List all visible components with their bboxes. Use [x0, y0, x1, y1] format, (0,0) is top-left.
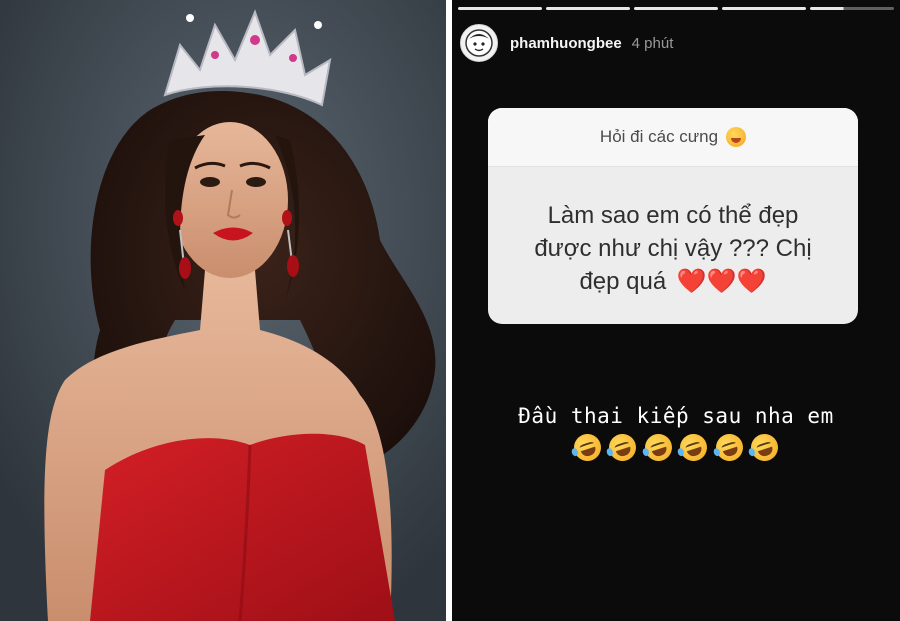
question-line-3-text: đẹp quá: [579, 268, 667, 295]
woman-in-red-dress-with-crown-icon: [0, 0, 446, 621]
story-timestamp: 4 phút: [631, 34, 674, 52]
progress-segment: [634, 7, 718, 10]
rolling-on-floor-laughing-emoji-icon: [712, 430, 747, 465]
rolling-on-floor-laughing-emoji-icon: [570, 430, 605, 465]
image-collage: phamhuongbee 4 phút Hỏi đi các cưng Làm …: [0, 0, 900, 621]
answer-emojis: [452, 430, 900, 466]
progress-segment-active: [810, 7, 894, 10]
avatar[interactable]: [460, 24, 498, 62]
rolling-on-floor-laughing-emoji-icon: [676, 430, 711, 465]
question-sticker[interactable]: Hỏi đi các cưng Làm sao em có thể đẹp đư…: [488, 108, 858, 324]
rolling-on-floor-laughing-emoji-icon: [641, 430, 676, 465]
rolling-on-floor-laughing-emoji-icon: [747, 430, 782, 465]
rolling-on-floor-laughing-emoji-icon: [605, 430, 640, 465]
story-username[interactable]: phamhuongbee: [510, 35, 622, 52]
answer-text: Đầu thai kiếp sau nha em: [518, 404, 834, 428]
question-line-2: được như chị vậy ??? Chị: [534, 235, 812, 262]
question-body: Làm sao em có thể đẹp được như chị vậy ?…: [488, 167, 858, 298]
tongue-face-emoji-icon: [726, 127, 747, 147]
portrait-photo: [0, 0, 446, 621]
red-heart-emojis-icon: ❤️❤️❤️: [676, 268, 767, 295]
question-line-1: Làm sao em có thể đẹp: [547, 202, 799, 229]
cartoon-avatar-icon: [465, 29, 493, 57]
instagram-story: phamhuongbee 4 phút Hỏi đi các cưng Làm …: [452, 0, 900, 621]
story-progress-bar: [458, 7, 894, 10]
progress-segment: [546, 7, 630, 10]
progress-segment: [722, 7, 806, 10]
question-prompt-text: Hỏi đi các cưng: [599, 127, 719, 146]
question-prompt: Hỏi đi các cưng: [488, 108, 858, 167]
story-header[interactable]: phamhuongbee 4 phút: [460, 24, 673, 62]
question-line-3: đẹp quá ❤️❤️❤️: [508, 265, 838, 298]
progress-segment: [458, 7, 542, 10]
